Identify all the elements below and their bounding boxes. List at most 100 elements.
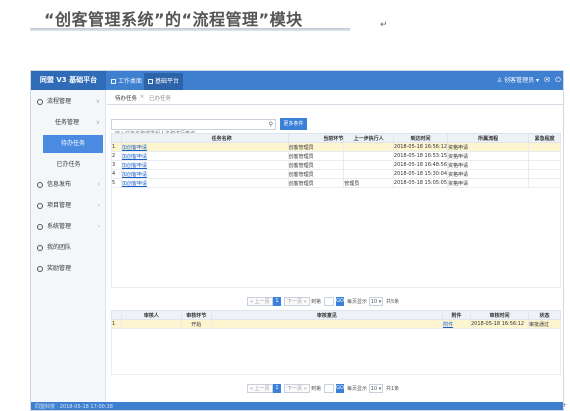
tab-workspace-label: 工作桌面: [118, 78, 143, 85]
subtab-done[interactable]: 已办任务: [149, 94, 171, 102]
circle-icon: [37, 224, 43, 230]
audit-step: 开始: [180, 319, 212, 329]
task-name-link[interactable]: 加创客申请: [120, 151, 289, 161]
page-input[interactable]: [324, 384, 334, 393]
page-input[interactable]: [324, 297, 334, 306]
col-header-name[interactable]: 任务名称: [120, 133, 289, 143]
mail-icon[interactable]: ✉: [543, 76, 551, 84]
col-header-status: 状态: [527, 310, 562, 320]
next-page-button[interactable]: 下一页 »: [284, 384, 310, 393]
user-menu[interactable]: ♙ 创客管理员 ▾: [497, 71, 539, 90]
circle-icon: [37, 182, 43, 188]
prev-page-button[interactable]: « 上一页: [247, 297, 273, 306]
power-icon[interactable]: ⏻: [554, 76, 562, 84]
chevron-down-icon: ∨: [95, 119, 100, 126]
circle-icon: [37, 203, 43, 209]
task-name-link[interactable]: 加创客申请: [120, 160, 289, 170]
table-row[interactable]: 3 加创客申请 创客管理员 2018-05-18 16:48:56 资格申请: [111, 160, 561, 170]
sidebar-item-info[interactable]: 信息发布 ›: [31, 176, 106, 194]
sidebar-item-label: 流程管理: [47, 98, 72, 105]
sidebar-item-label: 系统管理: [47, 223, 72, 230]
search-icon[interactable]: ⚲: [269, 121, 273, 129]
app-window: 同盟 V3 基础平台 工作桌面 基础平台 ♙ 创客管理员 ▾ ✉ ⏻ 流程管理 …: [30, 70, 564, 411]
sidebar-item-pending[interactable]: 待办任务: [43, 135, 103, 153]
task-time: 2018-05-18 16:53:15: [392, 151, 449, 161]
audit-status: 审批通过: [527, 319, 562, 329]
sidebar-group-task[interactable]: 任务管理 ∨: [31, 114, 106, 132]
tasks-table: 任务名称 当前环节 上一步执行人 到达时间 所属流程 紧急程度 1 加创客申请 …: [111, 133, 561, 188]
task-step: 创客管理员: [287, 178, 345, 188]
task-process: 资格申请: [446, 151, 530, 161]
task-name-link[interactable]: 加创客申请: [120, 142, 289, 152]
row-number: 3: [111, 160, 122, 170]
task-process: 资格申请: [446, 178, 530, 188]
task-time: 2018-05-18 16:48:56: [392, 160, 449, 170]
task-prev: 管理员: [343, 178, 394, 188]
total-count: 共5条: [386, 299, 400, 305]
prev-page-button[interactable]: « 上一页: [247, 384, 273, 393]
document-heading: “创客管理系统”的“流程管理”模块 ↵: [30, 2, 388, 32]
circle-icon: [37, 99, 43, 105]
task-urgency: [528, 151, 561, 161]
col-header-review-step: 审核环节: [180, 310, 212, 320]
col-header-prev[interactable]: 上一步执行人: [343, 133, 394, 143]
page-number[interactable]: 1: [273, 297, 281, 306]
task-urgency: [528, 169, 561, 179]
table-row[interactable]: 1 开始 附件 2018-05-18 16:56:12 审批通过: [111, 319, 562, 329]
next-page-button[interactable]: 下一页 »: [284, 297, 310, 306]
col-header-time[interactable]: 到达时间: [392, 133, 449, 143]
col-header-step[interactable]: 当前环节: [287, 133, 345, 143]
col-header-attachment: 附件: [442, 310, 471, 320]
task-step: 创客管理员: [287, 169, 345, 179]
top-bar: 同盟 V3 基础平台 工作桌面 基础平台 ♙ 创客管理员 ▾ ✉ ⏻: [31, 71, 563, 90]
task-urgency: [528, 178, 561, 188]
close-icon[interactable]: ×: [140, 94, 144, 100]
col-header-process[interactable]: 所属流程: [446, 133, 530, 143]
task-prev: [343, 160, 394, 170]
page-number[interactable]: 1: [273, 384, 281, 393]
row-number: 1: [111, 319, 122, 329]
chevron-right-icon: ›: [97, 202, 100, 209]
sidebar-item-system[interactable]: 系统管理 ›: [31, 218, 106, 236]
task-step: 创客管理员: [287, 160, 345, 170]
audit-table-header: 审核人 审核环节 审核意见 附件 审核时间 状态: [111, 310, 562, 320]
col-header-urgency[interactable]: 紧急程度: [528, 133, 561, 143]
tab-base-platform[interactable]: 基础平台: [144, 73, 184, 90]
sidebar-item-project[interactable]: 项目管理 ›: [31, 197, 106, 215]
sidebar-item-reward[interactable]: 奖励管理: [31, 260, 106, 278]
tasks-table-header: 任务名称 当前环节 上一步执行人 到达时间 所属流程 紧急程度: [111, 133, 561, 143]
task-prev: [343, 151, 394, 161]
table-row[interactable]: 2 加创客申请 创客管理员 2018-05-18 16:53:15 资格申请: [111, 151, 561, 161]
table-row[interactable]: 4 加创客申请 创客管理员 2018-05-18 15:30:04 资格申请: [111, 169, 561, 179]
task-step: 创客管理员: [287, 151, 345, 161]
task-urgency: [528, 160, 561, 170]
col-header-reviewer: 审核人: [120, 310, 182, 320]
sidebar-item-done[interactable]: 已办任务: [31, 156, 106, 174]
task-process: 资格申请: [446, 142, 530, 152]
row-number: 1: [111, 142, 122, 152]
sidebar-group-label: 任务管理: [55, 119, 80, 126]
more-conditions-button[interactable]: 更多条件: [280, 118, 307, 130]
sidebar: 流程管理 ∨ 任务管理 ∨ 待办任务 已办任务 信息发布 › 项目管理 › 系统: [31, 90, 106, 402]
subtab-pending[interactable]: 待办任务: [115, 94, 137, 102]
table-row[interactable]: 1 加创客申请 创客管理员 2018-05-18 16:56:12 资格申请: [111, 142, 561, 152]
attachment-link[interactable]: 附件: [442, 319, 471, 329]
go-button[interactable]: GO: [336, 297, 344, 306]
task-name-link[interactable]: 加创客申请: [120, 169, 289, 179]
task-prev: [343, 142, 394, 152]
table-row[interactable]: 5 加创客申请 创客管理员 管理员 2018-05-18 15:05:05 资格…: [111, 178, 561, 188]
tab-workspace[interactable]: 工作桌面: [107, 73, 146, 90]
user-icon: ♙: [496, 77, 503, 84]
per-page-select[interactable]: 10 ▾: [369, 384, 383, 393]
footer-bar: 同盟科技 · 2018-05-18 17:00:38: [31, 402, 563, 410]
task-name-link[interactable]: 加创客申请: [120, 178, 289, 188]
task-urgency: [528, 142, 561, 152]
per-page-label: 每页显示: [347, 386, 368, 392]
task-process: 资格申请: [446, 169, 530, 179]
sidebar-item-team[interactable]: 我的团队: [31, 239, 106, 257]
per-page-select[interactable]: 10 ▾: [369, 297, 383, 306]
page-root: “创客管理系统”的“流程管理”模块 ↵ 同盟 V3 基础平台 工作桌面 基础平台…: [0, 0, 570, 411]
sidebar-item-process[interactable]: 流程管理 ∨: [31, 93, 106, 111]
go-button[interactable]: GO: [336, 384, 344, 393]
chevron-right-icon: ›: [97, 181, 100, 188]
